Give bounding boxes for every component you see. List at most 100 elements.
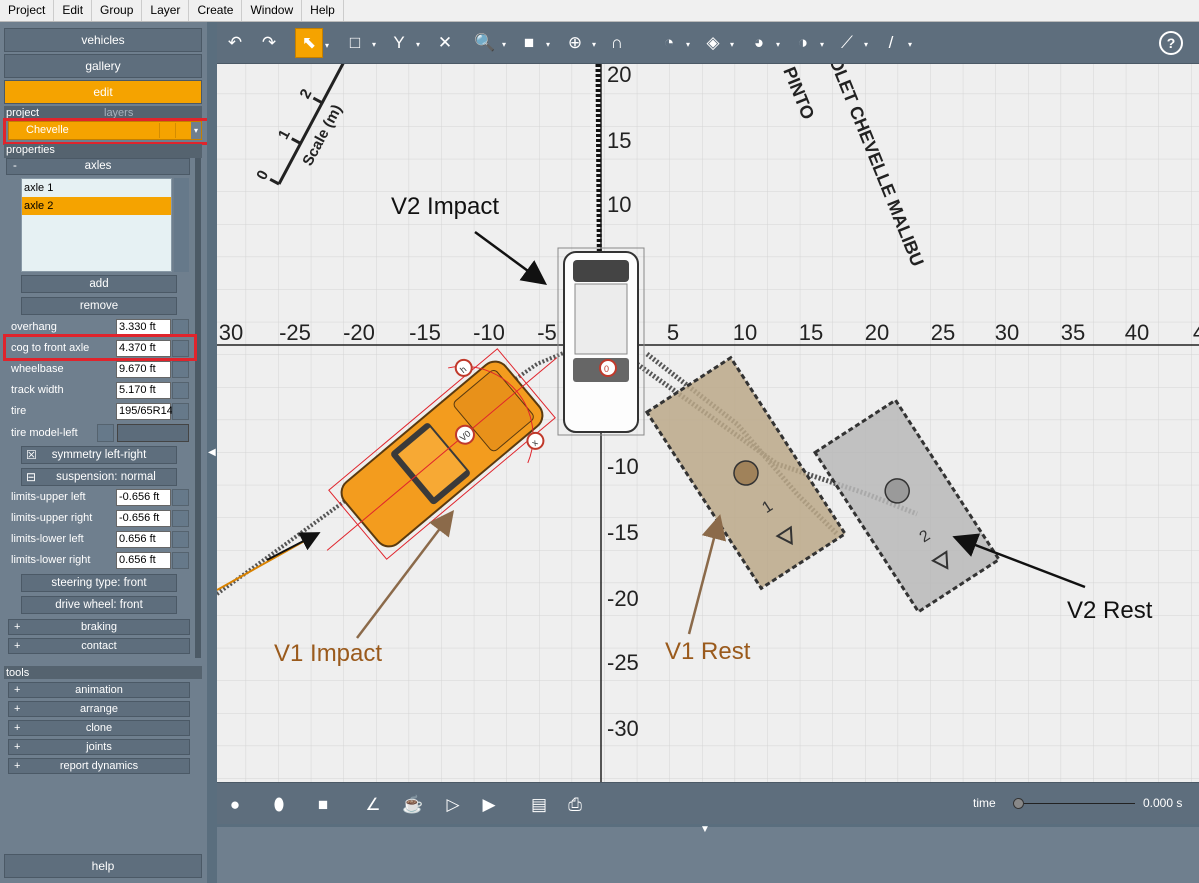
left-panel: vehicles gallery edit project layers Che… [0,22,210,883]
drive-wheel-button[interactable]: drive wheel: front [21,596,177,614]
menu-project[interactable]: Project [0,0,55,21]
menu-create[interactable]: Create [189,0,243,21]
symmetry-toggle[interactable]: ☒ symmetry left-right [21,446,177,464]
menu-layer[interactable]: Layer [142,0,190,21]
crosshair-icon[interactable]: ⊕ ▾ [561,28,596,58]
suspension-toggle[interactable]: ⊟ suspension: normal [21,468,177,486]
tire-model-field[interactable] [117,424,189,442]
menu-edit[interactable]: Edit [54,0,93,21]
panel-scrollbar[interactable] [195,158,201,658]
x-tick-label: -25 [279,320,311,345]
scale-ruler-icon[interactable]: ⟋ ▾ [833,28,868,58]
menu-window[interactable]: Window [242,0,303,21]
tire-field[interactable]: 195/65R14 [116,403,173,420]
redo-icon[interactable]: ↷ [255,28,283,58]
dial-icon[interactable]: ◔ ▾ [655,28,690,58]
knife-icon[interactable]: / ▾ [877,28,912,58]
steering-type-button[interactable]: steering type: front [21,574,177,592]
add-button[interactable]: add [21,275,177,293]
y-tick-label: 10 [607,192,631,217]
highlight-project [3,118,210,145]
report-icon[interactable]: ▤ [525,791,553,819]
select-arrow-icon[interactable]: ⬉ ▾ [295,28,329,58]
time-slider[interactable] [1013,798,1135,810]
v2-impact-vehicle[interactable]: 0 [557,247,645,436]
blob-icon[interactable]: ⬮ [265,791,293,819]
track-width-field[interactable]: 5.170 ft [116,382,171,399]
section-braking[interactable]: + braking [8,619,190,635]
gallery-button[interactable]: gallery [4,54,202,78]
help-icon[interactable]: ? [1159,31,1183,55]
undo-icon[interactable]: ↶ [221,28,249,58]
rectangle-select-icon[interactable]: □ ▾ [341,28,376,58]
tools-label: tools [6,667,30,679]
remove-button[interactable]: remove [21,297,177,315]
menu-group[interactable]: Group [92,0,143,21]
tool-joints[interactable]: + joints [8,739,190,755]
playlist-icon[interactable]: ▶ [475,791,503,819]
wheelbase-stepper[interactable] [172,361,189,378]
delete-icon[interactable]: ✕ [431,28,459,58]
edit-button[interactable]: edit [4,80,202,104]
symmetry-label: symmetry left-right [51,449,147,461]
checkbox-checked-icon: ☒ [26,448,37,462]
limit-upper-right-field[interactable]: -0.656 ft [116,510,171,527]
collapse-arrow-icon[interactable]: ◀ [208,447,216,458]
main-toolbar: ↶ ↷ ⬉ ▾ □ ▾ Y ▾ ✕ 🔍 ▾ ■ ▾ ⊕ ▾ ∩ ◔ ▾ ◈ ▾ ◕ ▾ ◑ ▾ ⟋ ▾… [217,22,1199,64]
limit-lower-right-stepper[interactable] [172,552,189,569]
sphere-icon[interactable]: ● [221,791,249,819]
tool-arrange[interactable]: + arrange [8,701,190,717]
zoom-icon[interactable]: 🔍 ▾ [471,28,506,58]
track-width-stepper[interactable] [172,382,189,399]
section-contact[interactable]: + contact [8,638,190,654]
y-tick-label: 15 [607,128,631,153]
slingshot-icon[interactable]: Y ▾ [385,28,420,58]
limit-lower-right-field[interactable]: 0.656 ft [116,552,171,569]
x-tick-label: 40 [1125,320,1149,345]
list-scrollbar[interactable] [174,178,189,272]
menu-help[interactable]: Help [302,0,344,21]
limit-upper-left-field[interactable]: -0.656 ft [116,489,171,506]
x-tick-label: -5 [537,320,557,345]
play-icon[interactable]: ▷ [439,791,467,819]
help-button[interactable]: help [4,854,202,878]
time-slider-thumb[interactable] [1013,798,1024,809]
checkbox-icon: ⊟ [26,470,37,484]
tire-stepper[interactable] [172,403,189,420]
x-tick-label: 15 [799,320,823,345]
track-width-label: track width [11,384,64,396]
limit-lower-left-stepper[interactable] [172,531,189,548]
vehicles-button[interactable]: vehicles [4,28,202,52]
x-tick-label: 25 [931,320,955,345]
square-icon[interactable]: ■ [309,791,337,819]
teapot-icon[interactable]: ☕ [399,791,427,819]
scene-canvas[interactable]: 30 -25 -20 -15 -10 -5 5 10 15 20 25 30 35 40 4 20 15 10 -… [217,64,1199,782]
x-tick-label: -15 [409,320,441,345]
measure-angle-icon[interactable]: ◕ ▾ [745,28,780,58]
suspension-label: suspension: normal [56,471,156,483]
tool-animation[interactable]: + animation [8,682,190,698]
scene-svg[interactable]: 30 -25 -20 -15 -10 -5 5 10 15 20 25 30 35 40 4 20 15 10 -… [217,64,1199,782]
wheelbase-field[interactable]: 9.670 ft [116,361,171,378]
list-item-selected[interactable]: axle 2 [22,197,171,215]
limit-lower-left-field[interactable]: 0.656 ft [116,531,171,548]
limit-upper-right-stepper[interactable] [172,510,189,527]
box-3d-icon[interactable]: ■ ▾ [515,28,550,58]
collapse-toggle: - [13,160,17,172]
time-value: 0.000 s [1143,796,1183,810]
tool-report-dynamics[interactable]: + report dynamics [8,758,190,774]
tool-clone[interactable]: + clone [8,720,190,736]
limit-upper-left-stepper[interactable] [172,489,189,506]
angle-tool-icon[interactable]: ∠ [359,791,387,819]
magnet-icon[interactable]: ∩ [603,28,631,58]
list-item[interactable]: axle 1 [22,179,171,197]
measure-dial-icon[interactable]: ◑ ▾ [789,28,824,58]
expand-down-icon[interactable]: ▼ [700,824,710,835]
axles-list[interactable]: axle 1 axle 2 [21,178,172,272]
print-icon[interactable]: ⎙ [561,791,589,819]
panel-splitter[interactable]: ◀ [207,22,217,883]
road-icon[interactable]: ◈ ▾ [699,28,734,58]
x-tick-label: 35 [1061,320,1085,345]
axles-header[interactable]: - axles [6,158,190,175]
tire-model-button[interactable] [97,424,114,442]
